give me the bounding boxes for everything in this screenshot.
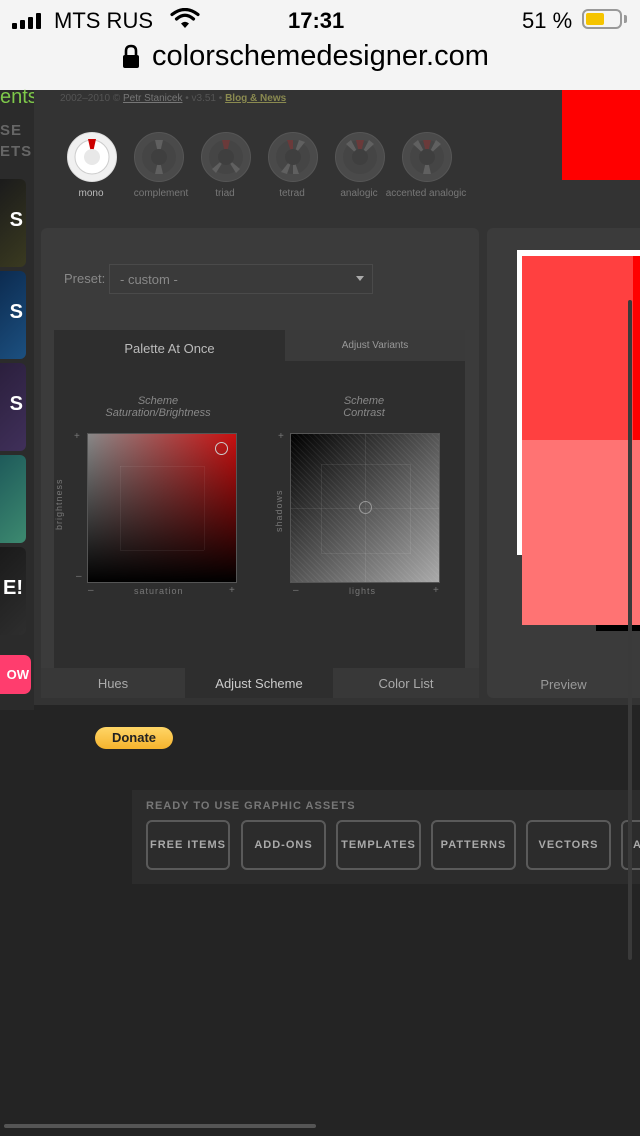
preview-color-shade-1[interactable] [522, 256, 640, 440]
carrier-name: MTS RUS [54, 8, 153, 33]
scheme-triad-button[interactable] [201, 132, 251, 182]
donate-button[interactable]: Donate [95, 727, 173, 749]
saturation-brightness-picker[interactable] [87, 433, 237, 583]
tetrad-wheel-icon [276, 140, 310, 174]
contrast-caption-line1: Scheme [343, 395, 385, 407]
copyright-text: 2002–2010 © [60, 93, 121, 104]
tab-palette-at-once[interactable]: Palette At Once [54, 330, 285, 362]
brightness-plus: + [74, 431, 80, 442]
ads-heading-line1: SE [0, 122, 23, 139]
shadows-axis-label: shadows [274, 489, 284, 532]
version-text: • v3.51 • [185, 93, 223, 104]
ad-card-text: S [9, 209, 23, 231]
complement-wheel-icon [142, 140, 176, 174]
lights-axis-label: lights [349, 586, 377, 596]
preset-label: Preset: [64, 271, 106, 286]
tab-preview[interactable]: Preview [487, 668, 640, 698]
shadows-plus: + [278, 431, 284, 442]
contrast-picker[interactable] [290, 433, 440, 583]
battery-icon [582, 9, 622, 29]
ad-card[interactable]: S [0, 271, 26, 359]
header-credits: 2002–2010 © Petr Stanicek • v3.51 • Blog… [60, 93, 286, 104]
brightness-axis-label: brightness [54, 478, 64, 530]
ads-heading-line2: ETS [0, 143, 33, 160]
url-field[interactable]: colorschemedesigner.com [152, 40, 489, 73]
browser-chrome: MTS RUS 17:31 51 % colorschemedesigner.c… [0, 0, 640, 90]
add-ons-button[interactable]: ADD-ONS [241, 820, 326, 870]
scheme-accented-analogic-button[interactable] [402, 132, 452, 182]
sat-bright-caption-line2: Saturation/Brightness [105, 407, 211, 419]
logo-partial: ents [0, 86, 38, 108]
brightness-minus: – [76, 571, 82, 582]
saturation-plus: + [229, 585, 235, 596]
battery-percent: 51 % [522, 8, 573, 33]
lights-minus: – [293, 585, 299, 596]
contrast-caption-line2: Contrast [343, 407, 385, 419]
ad-card[interactable] [0, 455, 26, 543]
scheme-tetrad-button[interactable] [268, 132, 318, 182]
ad-card-text: E! [3, 577, 23, 599]
patterns-button[interactable]: PATTERNS [431, 820, 516, 870]
analogic-wheel-icon [343, 140, 377, 174]
scheme-mono-button[interactable] [67, 132, 117, 182]
sat-bright-handle[interactable] [215, 442, 228, 455]
battery-cap [624, 15, 627, 23]
preset-select[interactable]: - custom - [109, 264, 373, 294]
vectors-button[interactable]: VECTORS [526, 820, 611, 870]
left-sidebar: ents SE ETS S S S E! OW [0, 86, 38, 710]
tab-color-list[interactable]: Color List [333, 668, 479, 698]
primary-color-swatch[interactable] [562, 90, 640, 180]
lock-icon [123, 44, 139, 68]
templates-button[interactable]: TEMPLATES [336, 820, 421, 870]
preset-value: - custom - [120, 272, 178, 287]
shop-now-button[interactable]: OW [0, 655, 31, 694]
preview-color-primary-edge [633, 256, 640, 440]
tab-adjust-variants[interactable]: Adjust Variants [285, 330, 465, 361]
mono-wheel-icon [74, 139, 110, 175]
triad-wheel-icon [209, 140, 243, 174]
ad-card[interactable]: E! [0, 547, 26, 635]
chevron-down-icon [356, 276, 364, 281]
lights-plus: + [433, 585, 439, 596]
scheme-analogic-button[interactable] [335, 132, 385, 182]
blog-link[interactable]: Blog & News [225, 93, 286, 104]
scheme-accented-analogic-label: accented analogic [385, 188, 467, 199]
sat-bright-caption-line1: Scheme [137, 395, 179, 407]
saturation-axis-label: saturation [134, 586, 184, 596]
tab-hues[interactable]: Hues [41, 668, 185, 698]
horizontal-scrollbar[interactable] [4, 1124, 316, 1128]
ad-card[interactable]: S [0, 179, 26, 267]
ad-card[interactable]: S [0, 363, 26, 451]
ad-card-text: S [9, 393, 23, 415]
tab-adjust-scheme[interactable]: Adjust Scheme [185, 668, 333, 698]
vertical-scrollbar[interactable] [628, 300, 632, 960]
signal-icon [12, 13, 46, 29]
accented-analogic-wheel-icon [410, 140, 444, 174]
author-link[interactable]: Petr Stanicek [123, 93, 182, 104]
ad-card-text: S [9, 301, 23, 323]
assets-title: READY TO USE GRAPHIC ASSETS [146, 800, 356, 812]
scheme-complement-button[interactable] [134, 132, 184, 182]
wifi-icon [170, 8, 200, 28]
contrast-handle[interactable] [359, 501, 372, 514]
clock: 17:31 [288, 8, 345, 33]
saturation-minus: – [88, 585, 94, 596]
preview-color-shade-2[interactable] [522, 440, 640, 625]
battery-fill [586, 13, 604, 25]
free-items-button[interactable]: FREE ITEMS [146, 820, 230, 870]
